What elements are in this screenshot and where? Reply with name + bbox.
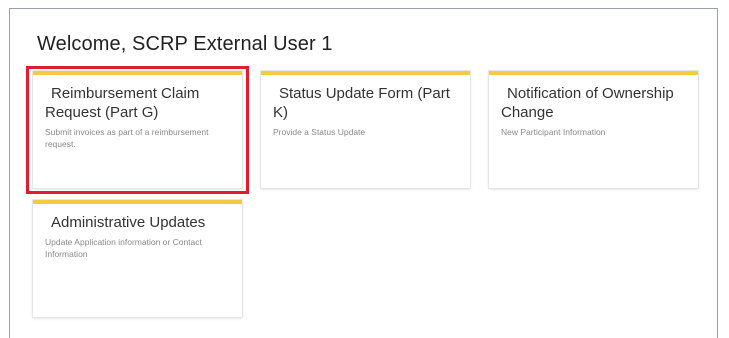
card-title: Status Update Form (Part K)	[273, 85, 450, 121]
card-status-update-form[interactable]: Status Update Form (Part K) Provide a St…	[261, 71, 470, 188]
card-title: Reimbursement Claim Request (Part G)	[45, 85, 200, 121]
card-description: New Participant Information	[501, 127, 606, 137]
card-description: Submit invoices as part of a reimburseme…	[45, 127, 209, 149]
card-reimbursement-claim-request[interactable]: Reimbursement Claim Request (Part G) Sub…	[33, 71, 242, 188]
card-description: Provide a Status Update	[273, 127, 366, 137]
card-administrative-updates[interactable]: Administrative Updates Update Applicatio…	[33, 200, 242, 317]
page-title: Welcome, SCRP External User 1	[37, 33, 333, 55]
card-title: Administrative Updates	[51, 214, 206, 231]
card-title: Notification of Ownership Change	[501, 85, 674, 121]
card-notification-of-ownership-change[interactable]: Notification of Ownership Change New Par…	[489, 71, 698, 188]
card-description: Update Application information or Contac…	[45, 237, 202, 259]
